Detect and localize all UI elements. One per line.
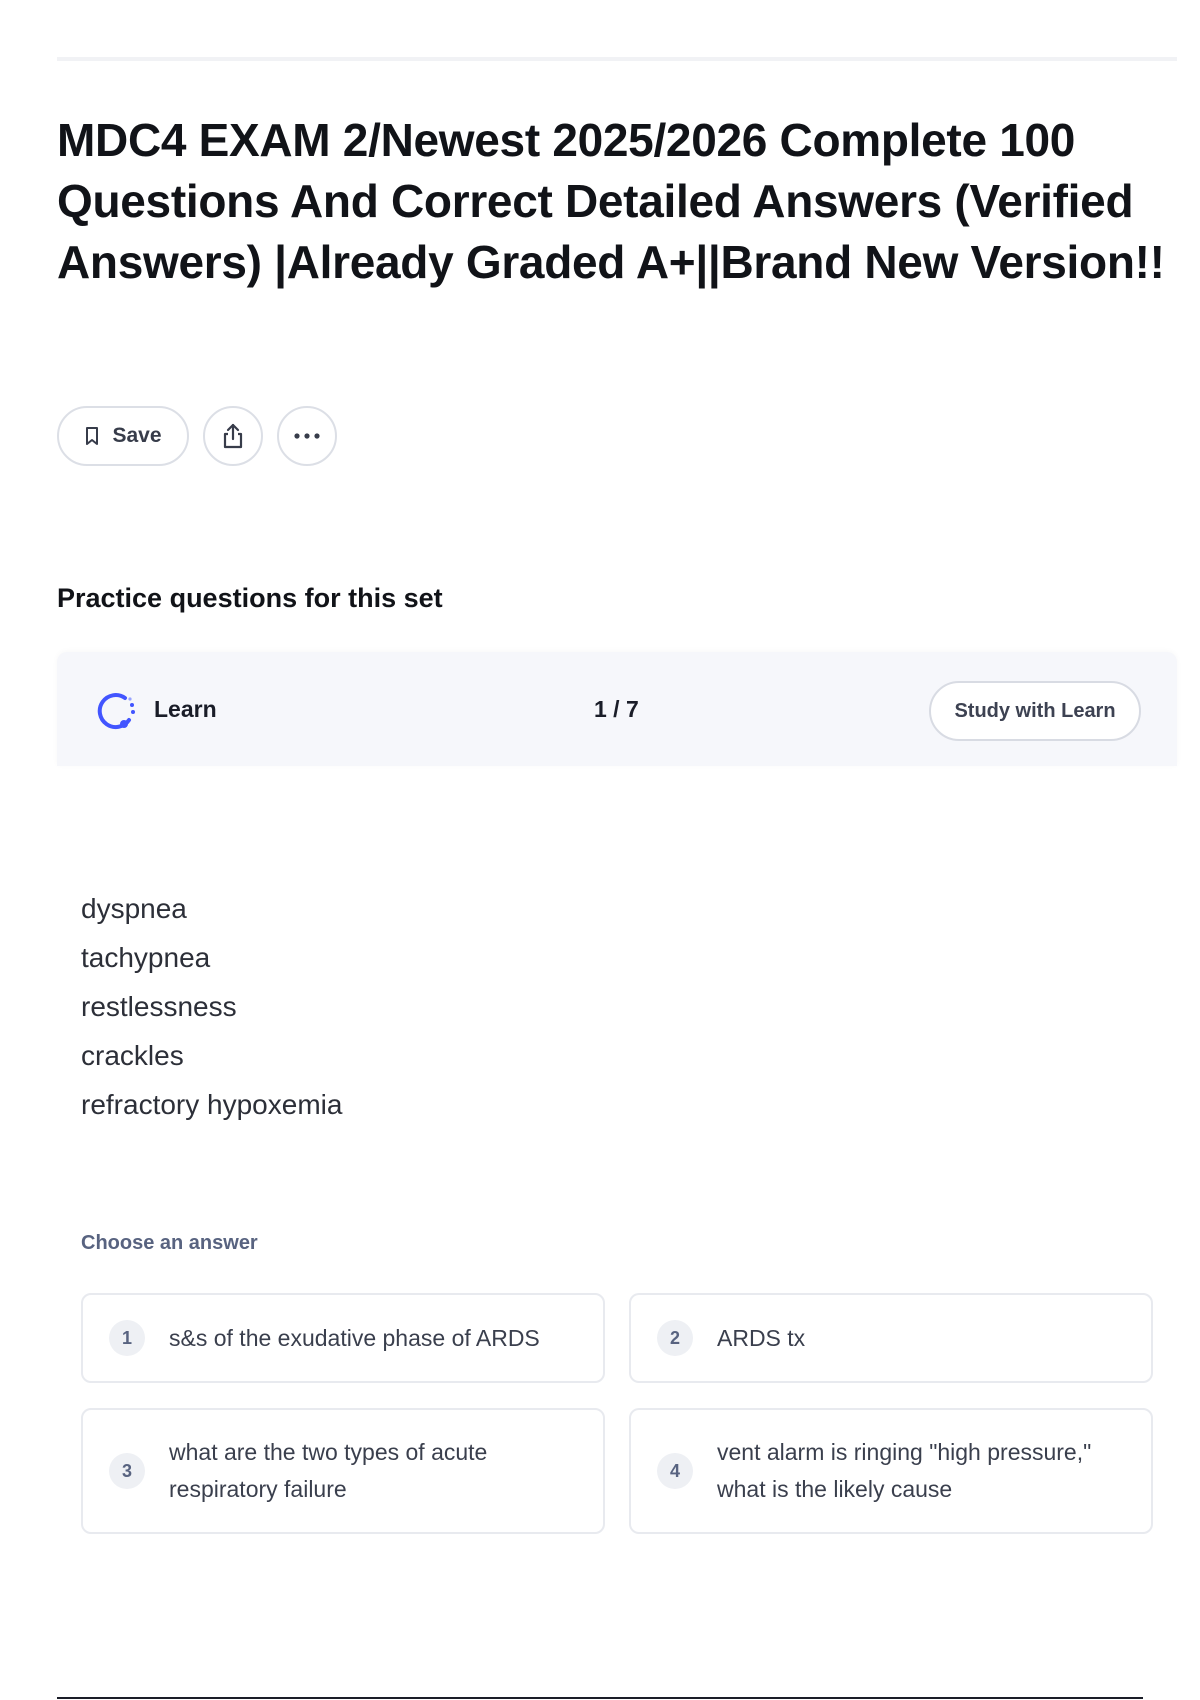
- answer-number: 1: [109, 1320, 145, 1356]
- term-definition: dyspnea tachypnea restlessness crackles …: [81, 884, 342, 1129]
- answer-number: 2: [657, 1320, 693, 1356]
- practice-section-heading: Practice questions for this set: [57, 583, 443, 613]
- answer-number: 4: [657, 1453, 693, 1489]
- choose-answer-label: Choose an answer: [81, 1232, 258, 1254]
- share-button[interactable]: [203, 406, 263, 466]
- learn-mode-label: Learn: [154, 696, 217, 722]
- action-bar: Save: [57, 406, 337, 466]
- more-options-button[interactable]: [277, 406, 337, 466]
- answer-option-1[interactable]: 1 s&s of the exudative phase of ARDS: [81, 1293, 605, 1383]
- page-title: MDC4 EXAM 2/Newest 2025/2026 Complete 10…: [57, 114, 1165, 288]
- bottom-divider: [57, 1697, 1143, 1699]
- save-button[interactable]: Save: [57, 406, 189, 466]
- term-line: refractory hypoxemia: [81, 1089, 343, 1120]
- share-icon: [220, 422, 246, 450]
- answer-option-2[interactable]: 2 ARDS tx: [629, 1293, 1153, 1383]
- save-button-label: Save: [112, 424, 162, 447]
- learn-mode-icon: [95, 690, 137, 732]
- more-options-icon: [293, 432, 321, 440]
- term-line: crackles: [81, 1040, 184, 1071]
- answer-text: what are the two types of acute respirat…: [169, 1439, 488, 1502]
- answer-option-4[interactable]: 4 vent alarm is ringing "high pressure,"…: [629, 1408, 1153, 1534]
- study-with-learn-button[interactable]: Study with Learn: [929, 681, 1141, 741]
- learn-card-header: Learn 1 / 7 Study with Learn: [57, 652, 1177, 766]
- learn-card: Learn 1 / 7 Study with Learn dyspnea tac…: [57, 652, 1177, 1540]
- answer-option-3[interactable]: 3 what are the two types of acute respir…: [81, 1408, 605, 1534]
- answer-text: s&s of the exudative phase of ARDS: [169, 1324, 540, 1351]
- term-line: tachypnea: [81, 942, 211, 973]
- answer-number: 3: [109, 1453, 145, 1489]
- top-divider: [57, 57, 1177, 61]
- answer-text: vent alarm is ringing "high pressure," w…: [717, 1439, 1092, 1502]
- term-line: dyspnea: [81, 893, 187, 924]
- bookmark-icon: [84, 426, 100, 446]
- question-counter: 1 / 7: [594, 696, 639, 722]
- answer-text: ARDS tx: [717, 1324, 806, 1351]
- term-line: restlessness: [81, 991, 237, 1022]
